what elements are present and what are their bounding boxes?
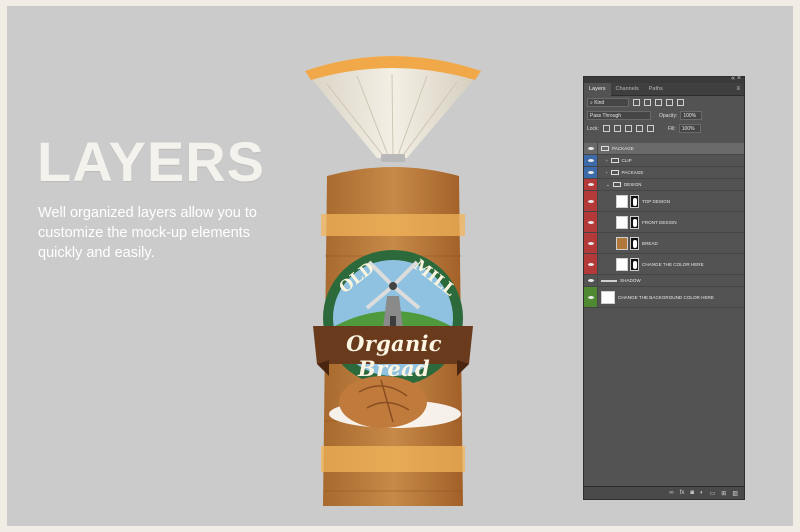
- product-banner: Organic Bread: [346, 331, 442, 381]
- shape-filter-icon[interactable]: [666, 99, 673, 106]
- tab-layers[interactable]: Layers: [584, 83, 611, 96]
- bread-bag-product: OLD MILL Organic Bread: [297, 46, 487, 516]
- shadow-thumbnail: [601, 279, 617, 282]
- layer-mask-thumbnail: [630, 215, 639, 229]
- fill-label: Fill:: [667, 125, 676, 132]
- layer-mask-thumbnail: [630, 236, 639, 250]
- lock-transparent-icon[interactable]: [602, 125, 610, 132]
- visibility-eye-icon[interactable]: [584, 191, 598, 211]
- add-mask-icon[interactable]: ◙: [690, 490, 694, 496]
- layer-row[interactable]: › CLIP: [584, 155, 744, 167]
- new-group-icon[interactable]: ▭: [710, 490, 716, 497]
- layer-mask-thumbnail: [630, 194, 639, 208]
- new-layer-icon[interactable]: ⊞: [721, 490, 726, 497]
- visibility-eye-icon[interactable]: [584, 275, 598, 286]
- visibility-eye-icon[interactable]: [584, 233, 598, 253]
- blend-mode-select[interactable]: Pass Through: [587, 111, 651, 120]
- layer-row[interactable]: PACKAGE: [584, 143, 744, 155]
- layer-row[interactable]: TOP DESIGN: [584, 191, 744, 212]
- chevron-down-icon[interactable]: ⌄: [606, 182, 610, 188]
- adjustment-filter-icon[interactable]: [644, 99, 651, 106]
- panel-tabs: Layers Channels Paths ≡: [584, 83, 744, 96]
- lock-label: Lock:: [587, 125, 599, 132]
- folder-icon: [610, 170, 619, 175]
- type-filter-icon[interactable]: [655, 99, 662, 106]
- layer-row[interactable]: BREAD: [584, 233, 744, 254]
- layer-name: PACKAGE: [621, 170, 644, 175]
- layer-mask-thumbnail: [630, 257, 639, 271]
- tab-channels[interactable]: Channels: [611, 83, 644, 96]
- visibility-eye-icon[interactable]: [584, 254, 598, 274]
- layer-name: PACKAGE: [612, 146, 634, 151]
- layer-row[interactable]: › PACKAGE: [584, 167, 744, 179]
- panel-menu-icon[interactable]: ≡: [736, 86, 740, 92]
- layer-row[interactable]: FRONT DESIGN: [584, 212, 744, 233]
- visibility-eye-icon[interactable]: [584, 287, 598, 307]
- layer-thumbnail: [601, 290, 615, 304]
- bread-bag-illustration: [305, 56, 481, 506]
- visibility-eye-icon[interactable]: [584, 143, 598, 154]
- folder-icon: [610, 158, 619, 163]
- folder-icon: [601, 146, 609, 151]
- trash-icon[interactable]: ▥: [732, 490, 738, 497]
- layer-name: FRONT DESIGN: [642, 219, 677, 225]
- layer-row[interactable]: CHANGE THE COLOR HERE: [584, 254, 744, 275]
- filter-kind-label: Kind: [594, 99, 605, 106]
- layer-thumbnail: [616, 194, 628, 208]
- layer-thumbnail: [616, 236, 628, 250]
- layers-panel: « × Layers Channels Paths ≡ ⌕ Kind Pass …: [583, 75, 745, 500]
- visibility-eye-icon[interactable]: [584, 155, 598, 166]
- mockup-canvas: LAYERS Well organized layers allow you t…: [7, 6, 793, 526]
- lock-row: Lock: Fill: 100%: [584, 122, 744, 135]
- visibility-eye-icon[interactable]: [584, 167, 598, 178]
- description: Well organized layers allow you to custo…: [38, 205, 257, 261]
- fx-icon[interactable]: fx: [680, 490, 685, 496]
- layer-row[interactable]: SHADOW: [584, 275, 744, 287]
- filter-row: ⌕ Kind: [584, 96, 744, 109]
- folder-icon: [612, 182, 621, 187]
- layer-name: DESIGN: [623, 182, 642, 187]
- layer-name: TOP DESIGN: [642, 198, 671, 204]
- layer-name: BREAD: [642, 240, 658, 246]
- layer-name: CHANGE THE BACKGROUND COLOR HERE: [618, 294, 714, 300]
- layer-thumbnail: [616, 215, 628, 229]
- link-icon[interactable]: ∞: [669, 490, 673, 496]
- pixel-filter-icon[interactable]: [633, 99, 640, 106]
- visibility-eye-icon[interactable]: [584, 212, 598, 232]
- filter-kind-select[interactable]: ⌕ Kind: [587, 98, 629, 107]
- layer-thumbnail: [616, 257, 628, 271]
- layers-bottom-toolbar: ∞ fx ◙ ◐ ▭ ⊞ ▥: [584, 486, 744, 499]
- collapse-icon[interactable]: « ×: [731, 75, 741, 82]
- layer-row[interactable]: CHANGE THE BACKGROUND COLOR HERE: [584, 287, 744, 308]
- blend-row: Pass Through Opacity: 100%: [584, 109, 744, 122]
- lock-pixels-icon[interactable]: [613, 125, 621, 132]
- layer-name: CHANGE THE COLOR HERE: [642, 261, 704, 267]
- lock-artboard-icon[interactable]: [635, 125, 643, 132]
- layer-row[interactable]: ⌄ DESIGN: [584, 179, 744, 191]
- lock-all-icon[interactable]: [646, 125, 654, 132]
- layer-list: PACKAGE › CLIP › PACKAGE ⌄ DESIGN TOP DE…: [584, 143, 744, 308]
- opacity-label: Opacity:: [659, 112, 678, 119]
- fill-input[interactable]: 100%: [678, 124, 701, 133]
- tab-paths[interactable]: Paths: [644, 83, 668, 96]
- chevron-right-icon[interactable]: ›: [606, 158, 608, 163]
- adjustment-icon[interactable]: ◐: [700, 490, 704, 496]
- lock-position-icon[interactable]: [624, 125, 632, 132]
- layer-name: SHADOW: [620, 278, 641, 283]
- smart-filter-icon[interactable]: [677, 99, 684, 106]
- headline: LAYERS: [37, 130, 266, 193]
- visibility-eye-icon[interactable]: [584, 179, 598, 190]
- opacity-input[interactable]: 100%: [680, 111, 703, 120]
- chevron-right-icon[interactable]: ›: [606, 170, 608, 175]
- layer-name: CLIP: [621, 158, 632, 163]
